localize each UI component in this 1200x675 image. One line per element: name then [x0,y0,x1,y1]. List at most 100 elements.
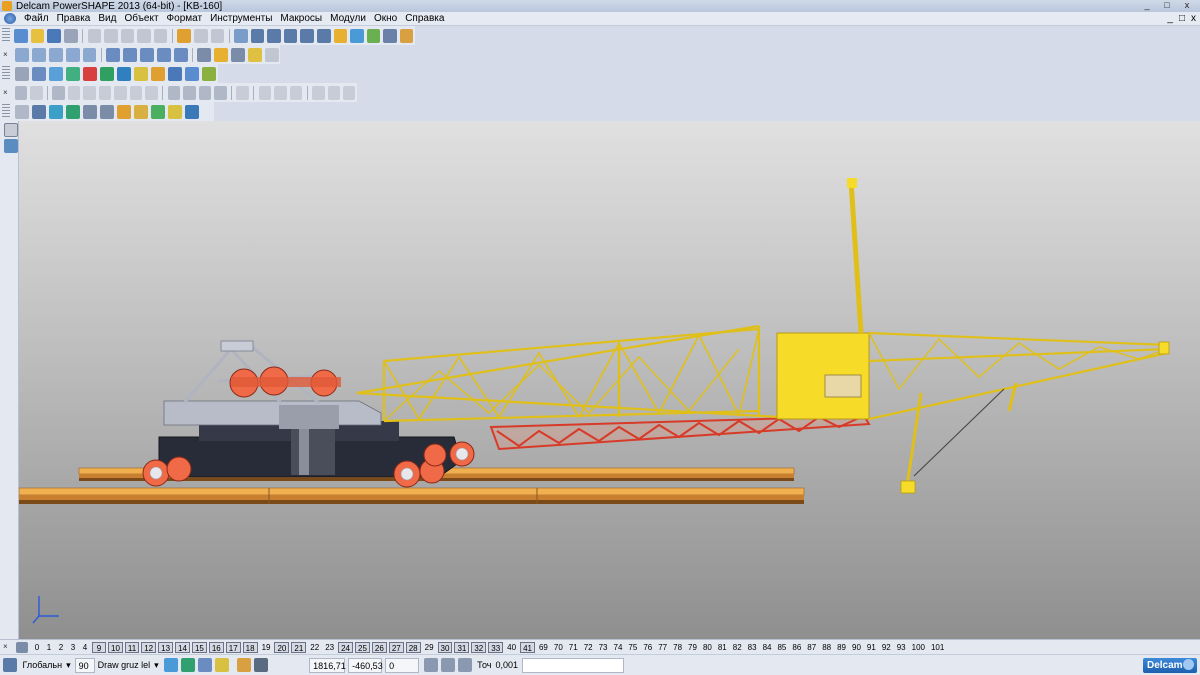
close-button[interactable]: x [1178,0,1196,11]
level-button[interactable]: 73 [597,642,610,653]
open-file-icon[interactable] [30,28,45,43]
view-iso2-icon[interactable] [82,47,97,62]
play-icon[interactable] [116,66,131,81]
level-button[interactable]: 21 [291,641,307,653]
history-icon[interactable] [327,85,340,100]
level-number-field[interactable]: 90 [74,657,95,673]
workplane-icon[interactable] [3,658,17,672]
level-button[interactable]: 79 [686,642,699,653]
list-icon[interactable] [14,66,29,81]
wizard-icon[interactable] [399,28,414,43]
snap-mode-icon[interactable] [181,658,196,672]
graphics-viewport[interactable] [19,121,1200,639]
level-button[interactable]: 72 [582,642,595,653]
level-button[interactable]: 29 [423,642,436,653]
repair-icon[interactable] [258,85,272,100]
level-button[interactable]: 33 [488,641,504,653]
undo-icon[interactable] [177,28,191,43]
maximize-button[interactable]: □ [1158,0,1176,11]
levels-close-icon[interactable]: × [3,643,11,651]
mdi-close-button[interactable]: x [1191,13,1196,24]
curve-icon[interactable] [300,28,314,43]
object-snap-icon[interactable] [215,658,230,672]
level-button[interactable]: 91 [865,642,878,653]
level-button[interactable]: 93 [895,642,908,653]
boolean-icon[interactable] [52,85,65,100]
level-button[interactable]: 41 [520,641,535,653]
level-button[interactable]: 78 [671,642,684,653]
level-button[interactable]: 31 [454,641,470,653]
mdi-restore-button[interactable]: □ [1179,13,1185,24]
yellow-select-icon[interactable] [167,104,182,119]
workplane-toggle-icon[interactable] [198,658,213,672]
level-button[interactable]: 14 [175,641,190,653]
revolve-icon[interactable] [30,85,43,100]
level-button[interactable]: 25 [355,641,370,653]
line-icon[interactable] [250,28,265,43]
level-button[interactable]: 70 [552,642,565,653]
group-icon[interactable] [82,104,97,119]
text-icon[interactable] [317,28,331,43]
cut-icon[interactable] [87,28,102,43]
arc-icon[interactable] [267,28,281,43]
mesh-icon[interactable] [366,28,381,43]
level-name-select[interactable]: Draw gruz lel [98,660,151,670]
level-button[interactable]: 86 [790,642,803,653]
level-button[interactable]: 101 [929,642,946,653]
info-icon[interactable] [167,66,182,81]
level-button[interactable]: 87 [805,642,818,653]
blue-sphere-icon[interactable] [48,66,63,81]
level-button[interactable]: 89 [835,642,848,653]
assembly-icon[interactable] [116,104,131,119]
absolute-icon[interactable] [423,658,438,672]
minimize-button[interactable]: _ [1138,0,1156,11]
view-front-icon[interactable] [32,47,47,62]
suppress-icon[interactable] [342,85,356,100]
sphere-select-icon[interactable] [48,104,63,119]
grid-select-icon[interactable] [133,104,148,119]
grid-icon[interactable] [253,658,268,672]
view-right-icon[interactable] [49,47,63,62]
cube-icon[interactable] [133,66,148,81]
level-button[interactable]: 12 [141,641,157,653]
toolbar-close-icon[interactable]: × [3,88,10,97]
level-button[interactable]: 77 [656,642,669,653]
delete-icon[interactable] [153,28,168,43]
split-icon[interactable] [145,85,158,100]
copy-icon[interactable] [104,28,118,43]
menu-modules[interactable]: Модули [326,13,370,24]
level-button[interactable]: 10 [108,641,123,653]
level-button[interactable]: 19 [260,642,273,653]
cut-solid-icon[interactable] [167,85,181,100]
workplane-select[interactable]: Глобальн [23,660,63,670]
offset-icon[interactable] [198,85,212,100]
light-icon[interactable] [247,47,262,62]
level-button[interactable]: 17 [225,641,241,653]
level-button[interactable]: 85 [775,642,788,653]
level-button[interactable]: 13 [158,641,174,653]
draft-icon[interactable] [129,85,143,100]
level-button[interactable]: 20 [274,641,290,653]
level-button[interactable]: 40 [505,642,518,653]
redo-icon[interactable] [193,28,208,43]
snap-icon[interactable] [164,658,179,672]
polar-icon[interactable] [457,658,472,672]
toolbar-grip[interactable] [2,104,10,119]
level-button[interactable]: 16 [208,641,224,653]
menu-file[interactable]: Файл [20,13,53,24]
shaded-icon[interactable] [214,47,229,62]
toolbar-grip[interactable] [2,28,10,43]
document-icon[interactable] [31,66,46,81]
command-field[interactable] [522,657,624,673]
level-button[interactable]: 82 [731,642,744,653]
menu-edit[interactable]: Правка [53,13,95,24]
menu-view[interactable]: Вид [94,13,120,24]
green-sphere-icon[interactable] [99,66,114,81]
view-iso-icon[interactable] [65,47,80,62]
hidden-line-icon[interactable] [231,47,245,62]
ungroup-icon[interactable] [99,104,114,119]
toolbar-grip[interactable] [2,66,10,81]
pointer-icon[interactable] [3,123,18,137]
level-button[interactable]: 15 [191,641,207,653]
level-dropdown-icon[interactable]: ▾ [154,660,159,671]
